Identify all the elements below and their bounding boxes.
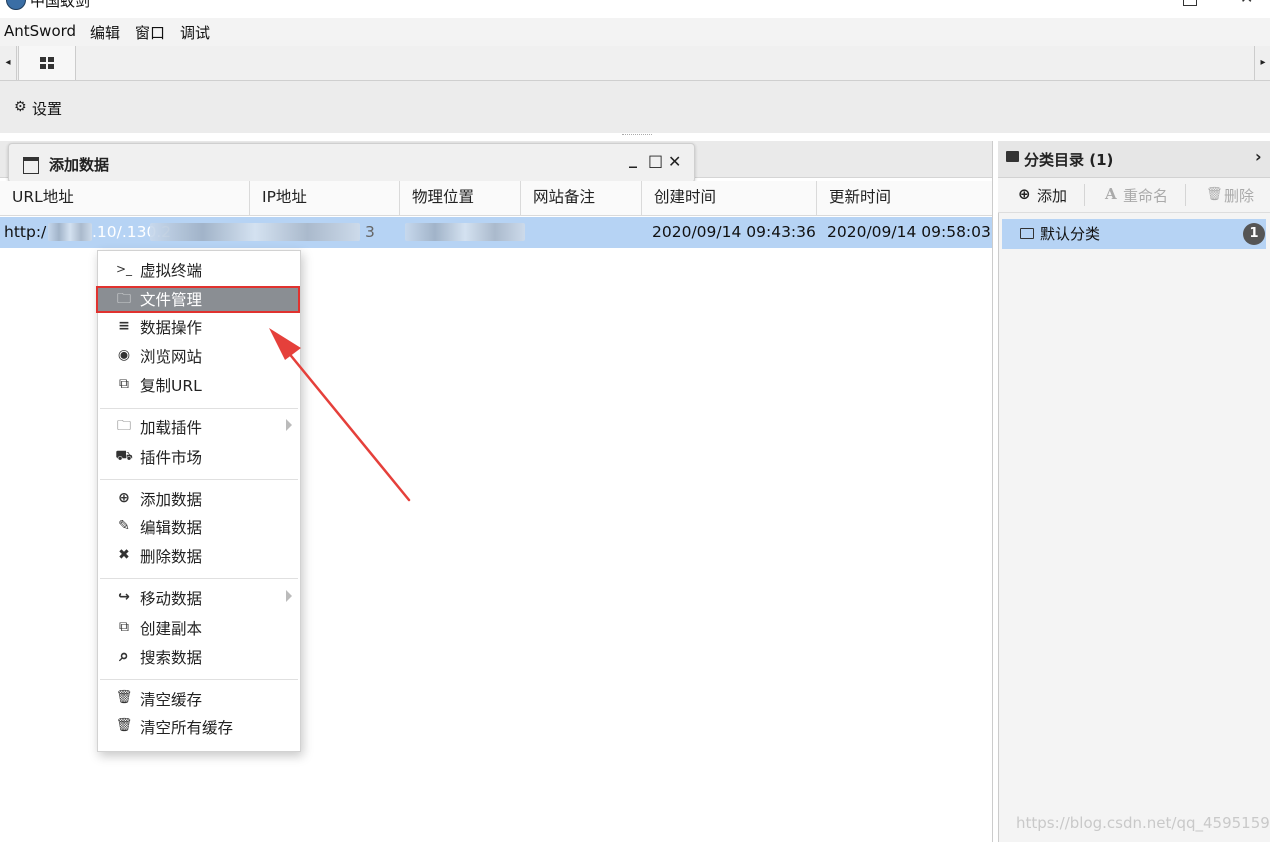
- redacted-blur: [405, 223, 525, 241]
- menu-item-duplicate[interactable]: ⧉ 创建副本: [98, 614, 300, 642]
- cell-ip: 3: [365, 223, 375, 241]
- font-icon: A: [1105, 185, 1117, 203]
- cart-icon: ⛟: [115, 448, 133, 464]
- panel-splitter[interactable]: [622, 134, 652, 139]
- title-bar: 中国蚁剑 ✕: [0, 0, 1270, 18]
- menu-item-delete-data[interactable]: ✖ 删除数据: [98, 542, 300, 570]
- column-note[interactable]: 网站备注: [521, 181, 642, 215]
- maximize-icon[interactable]: [1183, 0, 1197, 6]
- category-title: 分类目录 (1): [1024, 151, 1114, 169]
- menu-divider: [100, 679, 298, 680]
- rename-category-button[interactable]: 重命名: [1123, 185, 1168, 206]
- toolbar-divider: [1084, 184, 1085, 206]
- menu-item-label: 浏览网站: [140, 348, 203, 366]
- menu-item-label: 数据操作: [140, 319, 203, 337]
- edit-icon: ✎: [118, 518, 130, 534]
- menu-item-label: 添加数据: [140, 491, 203, 509]
- copy-icon: ⧉: [119, 619, 129, 635]
- chrome-icon: ◉: [117, 347, 131, 363]
- annotation-highlight-box: [96, 286, 300, 313]
- terminal-icon: >_: [115, 262, 133, 276]
- app-icon: [6, 0, 26, 10]
- menu-item-label: 复制URL: [140, 377, 202, 395]
- menu-item-terminal[interactable]: >_ 虚拟终端: [98, 256, 300, 284]
- menu-item-label: 插件市场: [140, 449, 203, 467]
- tab-scroll-left-icon[interactable]: ◂: [0, 46, 17, 80]
- column-created[interactable]: 创建时间: [642, 181, 817, 215]
- menu-item-label: 清空缓存: [140, 691, 203, 709]
- menu-item-label: 搜索数据: [140, 649, 203, 667]
- annotation-arrow: [269, 328, 411, 502]
- trash-outline-icon: 🗑: [115, 690, 133, 705]
- cell-created: 2020/09/14 09:43:36: [652, 223, 816, 241]
- column-ip[interactable]: IP地址: [250, 181, 400, 215]
- menu-divider: [100, 578, 298, 579]
- menu-window[interactable]: 窗口: [135, 22, 165, 43]
- database-icon: ≡: [118, 318, 130, 334]
- menu-item-label: 清空所有缓存: [140, 719, 234, 737]
- grid-icon: [40, 57, 54, 69]
- tab-bar: ◂ ▸: [0, 46, 1270, 81]
- column-updated[interactable]: 更新时间: [817, 181, 992, 215]
- cell-url: http:/: [4, 223, 47, 241]
- delete-category-button[interactable]: 删除: [1224, 185, 1254, 206]
- plus-circle-icon: ⊕: [1018, 185, 1031, 203]
- menu-debug[interactable]: 调试: [180, 22, 210, 43]
- menu-item-label: 加载插件: [140, 419, 203, 437]
- menu-item-search-data[interactable]: ⌕ 搜索数据: [98, 643, 300, 671]
- delete-x-icon: ✖: [118, 547, 130, 563]
- tab-scroll-right-icon[interactable]: ▸: [1254, 46, 1270, 80]
- tab-home[interactable]: [18, 46, 76, 80]
- menu-item-label: 编辑数据: [140, 519, 203, 537]
- redacted-blur: [150, 223, 360, 241]
- search-icon: ⌕: [119, 646, 129, 666]
- column-url[interactable]: URL地址: [0, 181, 250, 215]
- menu-antsword[interactable]: AntSword: [4, 22, 76, 40]
- add-category-button[interactable]: 添加: [1037, 185, 1067, 206]
- menu-edit[interactable]: 编辑: [90, 22, 120, 43]
- menu-item-clear-all-cache[interactable]: 🗑 清空所有缓存: [98, 713, 300, 741]
- close-icon[interactable]: ✕: [668, 152, 681, 171]
- category-item-default[interactable]: 默认分类 1: [1002, 219, 1266, 249]
- count-badge: 1: [1243, 223, 1265, 245]
- menu-item-move-data[interactable]: ↪ 移动数据: [98, 584, 300, 612]
- plus-circle-icon: ⊕: [118, 490, 130, 506]
- maximize-icon[interactable]: □: [648, 151, 663, 170]
- menu-item-edit-data[interactable]: ✎ 编辑数据: [98, 513, 300, 541]
- trash-icon: 🗑: [115, 718, 133, 733]
- menu-item-clear-cache[interactable]: 🗑 清空缓存: [98, 685, 300, 713]
- menu-bar: AntSword 编辑 窗口 调试: [0, 18, 1270, 47]
- window-title: 中国蚁剑: [30, 0, 91, 10]
- watermark: https://blog.csdn.net/qq_45951598: [1016, 814, 1270, 832]
- menu-item-label: 虚拟终端: [140, 262, 203, 280]
- add-data-window-title: 添加数据: [49, 156, 110, 174]
- gear-icon[interactable]: ⚙: [14, 99, 27, 115]
- add-data-window-bar[interactable]: 添加数据 _ □ ✕: [8, 143, 695, 183]
- window-icon: [23, 157, 39, 174]
- table-header: URL地址 IP地址 物理位置 网站备注 创建时间 更新时间: [0, 181, 992, 216]
- toolbar: ⚙ 设置: [0, 81, 1270, 133]
- settings-button[interactable]: 设置: [32, 98, 62, 119]
- trash-icon: 🗑: [1206, 187, 1223, 202]
- submenu-arrow-icon: [286, 590, 292, 602]
- folder-icon: [1020, 228, 1034, 239]
- cell-updated: 2020/09/14 09:58:03: [827, 223, 991, 241]
- menu-item-label: 创建副本: [140, 620, 203, 638]
- folder-icon: 🗀: [117, 418, 131, 434]
- category-toolbar: ⊕ 添加 A 重命名 🗑 删除: [998, 178, 1270, 213]
- menu-item-label: 删除数据: [140, 548, 203, 566]
- column-location[interactable]: 物理位置: [400, 181, 521, 215]
- copy-icon: ⧉: [119, 376, 129, 392]
- redacted-blur: [48, 223, 92, 241]
- minimize-icon[interactable]: _: [629, 149, 637, 168]
- category-header: 分类目录 (1) ›: [998, 141, 1270, 178]
- toolbar-divider: [1185, 184, 1186, 206]
- share-icon: ↪: [118, 589, 130, 605]
- category-item-label: 默认分类: [1040, 225, 1101, 243]
- chevron-right-icon[interactable]: ›: [1255, 147, 1262, 166]
- table-row[interactable]: http:/ .10/.130.2 3 2020/09/14 09:43:36 …: [0, 217, 992, 248]
- folder-icon: [1006, 151, 1019, 162]
- menu-item-label: 移动数据: [140, 590, 203, 608]
